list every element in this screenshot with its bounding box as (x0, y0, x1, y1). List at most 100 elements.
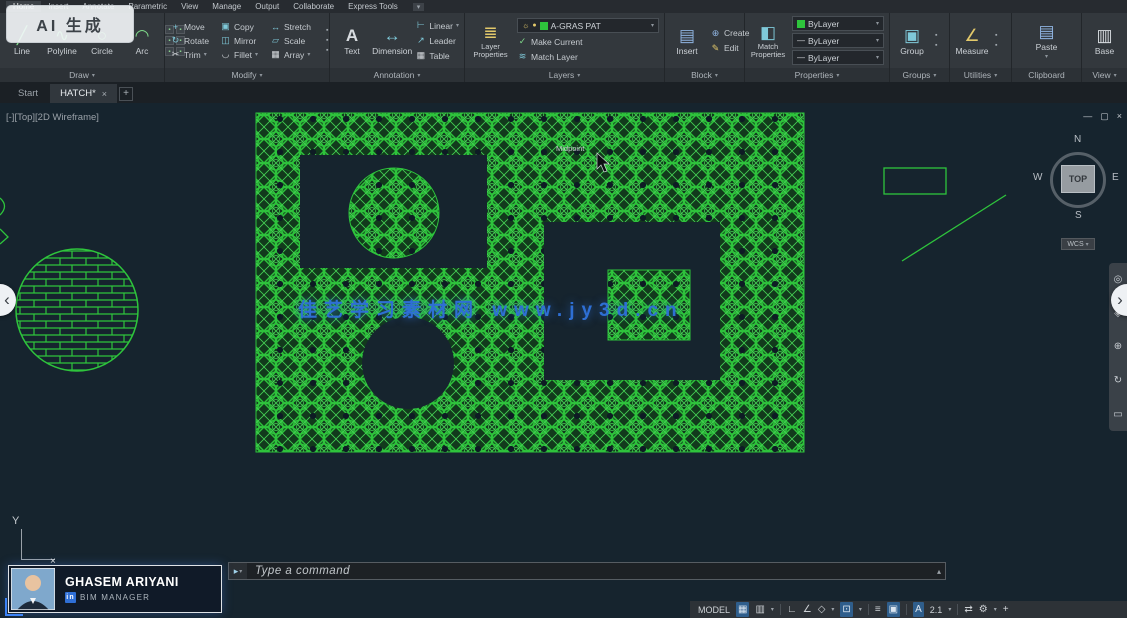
clipboard-panel-label[interactable]: Clipboard (1012, 68, 1081, 82)
group-extra-tools[interactable]: ▪ ▪ (935, 32, 937, 49)
trim-button[interactable]: ✂Trim▾ (170, 48, 220, 61)
rotate-button[interactable]: ↻Rotate (170, 34, 220, 47)
draw-panel-label[interactable]: Draw▾ (0, 68, 164, 82)
tab-express-tools[interactable]: Express Tools (341, 1, 405, 12)
ribbon-options-icon[interactable]: ▾ (413, 3, 425, 11)
chevron-down-icon[interactable]: ▾ (831, 606, 834, 613)
cutout-circle[interactable] (362, 317, 454, 409)
fillet-button[interactable]: ◡Fillet▾ (220, 48, 270, 61)
modify-panel-label[interactable]: Modify▾ (165, 68, 329, 82)
chevron-down-icon[interactable]: ▾ (994, 606, 997, 613)
move-button[interactable]: +Move (170, 20, 220, 33)
close-icon[interactable]: × (1117, 111, 1122, 122)
tab-collaborate[interactable]: Collaborate (286, 1, 341, 12)
command-icon[interactable]: ▸▾ (229, 563, 247, 579)
viewport-controls[interactable]: [-][Top][2D Wireframe] (6, 112, 99, 123)
command-line[interactable]: ▸▾ Type a command ▴ (228, 562, 946, 580)
tab-output[interactable]: Output (248, 1, 286, 12)
lineweight-dropdown[interactable]: —ByLayer▾ (792, 50, 884, 65)
annotation-visibility-toggle[interactable]: A (913, 602, 924, 617)
hatch-circle[interactable] (349, 168, 439, 258)
chevron-down-icon[interactable]: ▾ (948, 606, 951, 613)
brick-circle[interactable] (16, 249, 138, 371)
snap-toggle[interactable]: ▥ (755, 602, 764, 617)
tab-view[interactable]: View (174, 1, 205, 12)
insert-button[interactable]: ▤ Insert (670, 26, 704, 56)
utilities-panel-label[interactable]: Utilities▾ (950, 68, 1011, 82)
table-button[interactable]: ▦Table (415, 49, 459, 62)
lineweight-toggle[interactable]: ≡ (875, 602, 881, 617)
polar-toggle[interactable]: ∠ (803, 602, 812, 617)
base-button[interactable]: ▥ Base (1088, 26, 1122, 56)
viewcube-south[interactable]: S (1075, 210, 1082, 221)
view-panel-label[interactable]: View▾ (1082, 68, 1127, 82)
showmotion-icon[interactable]: ▭ (1113, 409, 1122, 420)
minimize-icon[interactable]: — (1083, 111, 1092, 122)
viewcube-west[interactable]: W (1033, 172, 1042, 183)
workspace-switch-icon[interactable]: ⇄ (964, 602, 972, 617)
match-layer-button[interactable]: ≋Match Layer (517, 50, 659, 63)
customization-gear-icon[interactable]: ⚙ (979, 602, 988, 617)
diagonal-line[interactable] (902, 195, 1006, 261)
trim-icon: ✂ (170, 49, 181, 60)
grid-toggle[interactable]: ▦ (736, 602, 749, 617)
osnap-toggle[interactable]: ⊡ (840, 602, 852, 617)
stretch-button[interactable]: ↔Stretch (270, 20, 320, 33)
isodraft-toggle[interactable]: ◇ (818, 602, 826, 617)
zoom-icon[interactable]: ⊕ (1114, 341, 1122, 352)
annotation-scale-button[interactable]: 2.1 (930, 605, 943, 615)
array-button[interactable]: ▦Array▾ (270, 48, 320, 61)
layers-panel-label[interactable]: Layers▾ (465, 68, 664, 82)
color-dropdown[interactable]: ByLayer▾ (792, 16, 884, 31)
match-properties-button[interactable]: ◧ Match Properties (750, 23, 786, 59)
small-rect-outline[interactable] (884, 168, 946, 194)
text-button[interactable]: A Text (335, 26, 369, 56)
modify-extra-tools[interactable]: ▪ ▪ ▪ (326, 27, 328, 54)
chevron-down-icon: ▾ (876, 37, 879, 44)
drawing-canvas[interactable]: Midpoint (0, 103, 1127, 618)
drawing-area[interactable]: Midpoint (0, 103, 1127, 618)
make-current-button[interactable]: ✓Make Current (517, 35, 659, 48)
file-tab-start[interactable]: Start (8, 84, 48, 103)
group-button[interactable]: ▣ Group (895, 26, 929, 56)
dimension-button[interactable]: ↔ Dimension (375, 26, 409, 56)
edit-block-button[interactable]: ✎Edit (710, 42, 750, 55)
add-status-icon[interactable]: + (1003, 602, 1009, 617)
model-space-button[interactable]: MODEL (698, 605, 730, 615)
leader-button[interactable]: ↗Leader (415, 34, 459, 47)
restore-icon[interactable]: ▢ (1100, 111, 1109, 122)
new-tab-button[interactable]: + (119, 87, 133, 101)
panel-view: ▥ Base View▾ (1082, 13, 1127, 82)
layer-dropdown[interactable]: ☼ ● A-GRAS PAT ▾ (517, 18, 659, 33)
scale-button[interactable]: ▱Scale (270, 34, 320, 47)
viewcube-east[interactable]: E (1112, 172, 1119, 183)
create-block-button[interactable]: ⊕Create (710, 27, 750, 40)
wcs-dropdown[interactable]: WCS▾ (1061, 238, 1095, 250)
chevron-down-icon[interactable]: ▾ (859, 606, 862, 613)
mirror-button[interactable]: ◫Mirror (220, 34, 270, 47)
command-history-icon[interactable]: ▴ (937, 567, 945, 576)
paste-button[interactable]: ▤ Paste ▾ (1030, 22, 1064, 60)
tab-manage[interactable]: Manage (205, 1, 248, 12)
layer-properties-button[interactable]: ≣ Layer Properties (470, 23, 511, 59)
close-tab-icon[interactable]: × (102, 89, 107, 99)
viewcube-north[interactable]: N (1074, 134, 1081, 145)
measure-button[interactable]: ∠ Measure (955, 26, 989, 56)
chevron-down-icon[interactable]: ▾ (771, 606, 774, 613)
selection-cycling-toggle[interactable]: ▣ (887, 602, 900, 617)
ortho-toggle[interactable]: ∟ (787, 602, 797, 617)
command-input[interactable]: Type a command (247, 565, 937, 577)
copy-button[interactable]: ▣Copy (220, 20, 270, 33)
nav-wheel-icon[interactable]: ◎ (1114, 274, 1123, 285)
orbit-icon[interactable]: ↻ (1114, 375, 1122, 386)
linetype-dropdown[interactable]: —ByLayer▾ (792, 33, 884, 48)
presenter-close-icon[interactable]: × (50, 556, 56, 567)
groups-panel-label[interactable]: Groups▾ (890, 68, 949, 82)
file-tab-hatch[interactable]: HATCH* × (50, 84, 117, 103)
viewcube-top-face[interactable]: TOP (1061, 165, 1095, 193)
annotation-panel-label[interactable]: Annotation▾ (330, 68, 464, 82)
linear-button[interactable]: ⊢Linear▾ (415, 19, 459, 32)
utilities-extra-tools[interactable]: ▪ ▪ (995, 32, 997, 49)
block-panel-label[interactable]: Block▾ (665, 68, 744, 82)
properties-panel-label[interactable]: Properties▾ (745, 68, 889, 82)
